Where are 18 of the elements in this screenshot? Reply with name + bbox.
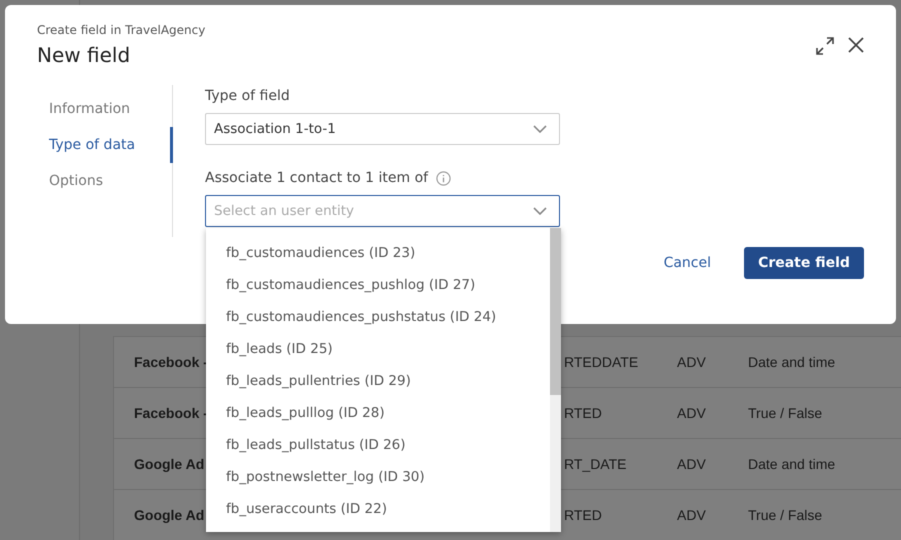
table-cell: Google Ad <box>134 456 204 472</box>
table-cell: ADV <box>677 354 706 370</box>
table-cell: RTEDDATE <box>564 354 638 370</box>
table-cell: ADV <box>677 507 706 523</box>
table-cell: RTED <box>564 507 602 523</box>
table-cell: Date and time <box>748 456 836 472</box>
table-cell: True / False <box>748 405 822 421</box>
table-cell: Google Ad <box>134 507 204 523</box>
table-cell: RT_DATE <box>564 456 626 472</box>
table-cell: ADV <box>677 405 706 421</box>
field-label: Associate 1 contact to 1 item of <box>205 170 428 186</box>
table-cell: True / False <box>748 507 822 523</box>
dialog-title: New field <box>37 43 132 67</box>
field-label: Type of field <box>205 88 290 104</box>
table-cell: Date and time <box>748 354 836 370</box>
table-cell: RTED <box>564 405 602 421</box>
table-cell: ADV <box>677 456 706 472</box>
dialog-subtitle: Create field in TravelAgency <box>37 23 206 37</box>
